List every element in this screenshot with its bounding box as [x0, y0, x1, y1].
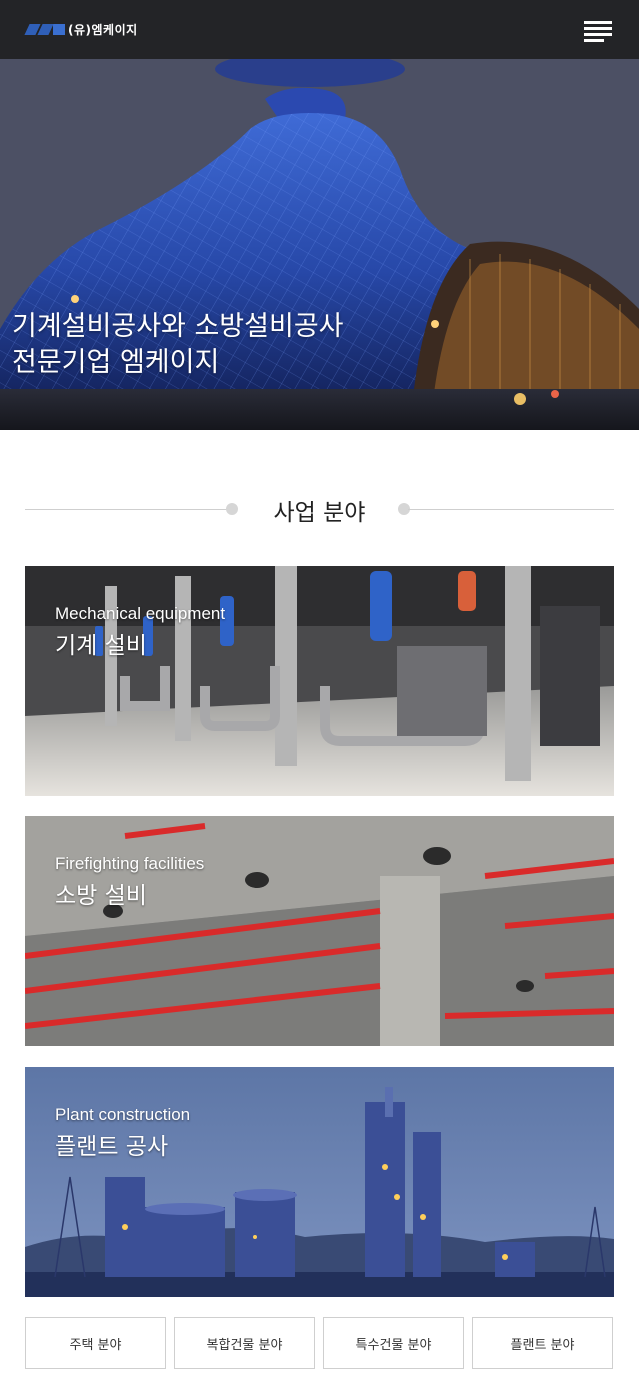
- logo-mark-icon: [24, 23, 65, 35]
- business-card-firefighting[interactable]: Firefighting facilities 소방 설비: [25, 816, 614, 1046]
- mechanical-equipment-image: [25, 566, 614, 796]
- hamburger-menu-icon[interactable]: [584, 21, 612, 43]
- card-korean-title: 플랜트 공사: [55, 1134, 169, 1160]
- card-english-title: Plant construction: [55, 1105, 191, 1124]
- hero-headline: 기계설비공사와 소방설비공사 전문기업 엠케이지: [12, 309, 344, 381]
- logo-text: (유)엠케이지: [68, 22, 138, 37]
- card-english-title: Mechanical equipment: [55, 604, 226, 623]
- plant-construction-image: [25, 1067, 614, 1297]
- top-header: (유)엠케이지: [0, 0, 639, 59]
- card-korean-title: 기계 설비: [55, 633, 147, 659]
- business-card-mechanical[interactable]: Mechanical equipment 기계 설비: [25, 566, 614, 796]
- tab-complex-building[interactable]: 복합건물 분야: [174, 1317, 315, 1369]
- business-card-plant[interactable]: Plant construction 플랜트 공사: [25, 1067, 614, 1297]
- section-title: 사업 분야: [273, 500, 366, 526]
- card-korean-title: 소방 설비: [55, 883, 147, 909]
- hero-headline-line2: 전문기업 엠케이지: [12, 347, 220, 378]
- firefighting-facilities-image: [25, 816, 614, 1046]
- card-english-title: Firefighting facilities: [55, 854, 205, 873]
- section-divider-right: [408, 509, 614, 510]
- tab-plant[interactable]: 플랜트 분야: [472, 1317, 613, 1369]
- site-logo[interactable]: (유)엠케이지: [24, 20, 138, 38]
- tab-housing[interactable]: 주택 분야: [25, 1317, 166, 1369]
- hero-banner: 기계설비공사와 소방설비공사 전문기업 엠케이지: [0, 59, 639, 430]
- tab-special-building[interactable]: 특수건물 분야: [323, 1317, 464, 1369]
- hero-headline-line1: 기계설비공사와 소방설비공사: [12, 311, 344, 342]
